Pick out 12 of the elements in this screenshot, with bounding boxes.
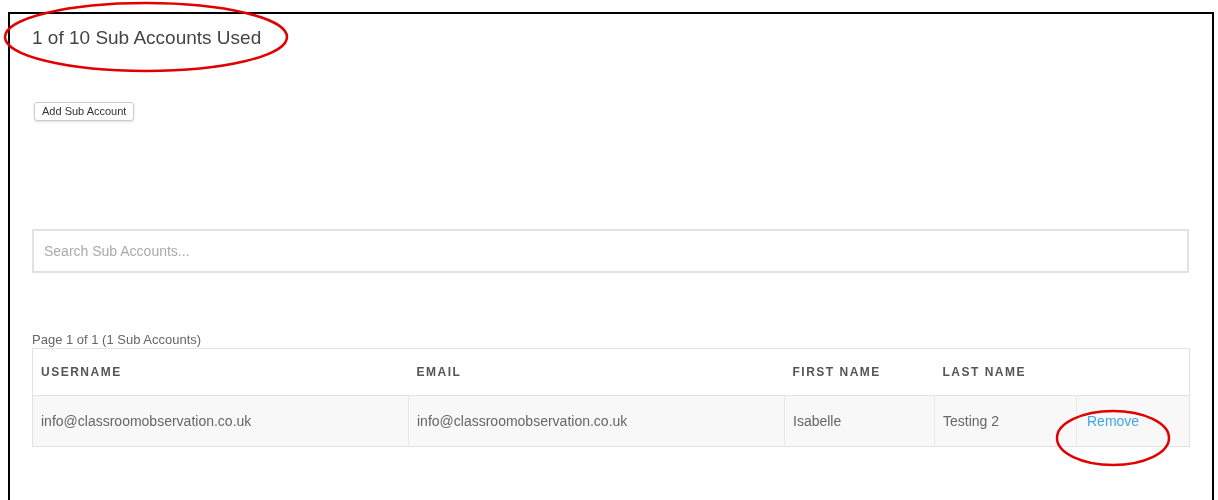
search-field[interactable]: Search Sub Accounts... bbox=[32, 229, 1189, 273]
page-title: 1 of 10 Sub Accounts Used bbox=[32, 26, 263, 50]
column-header: USERNAME bbox=[41, 365, 122, 379]
pagination-text: Page 1 of 1 (1 Sub Accounts) bbox=[32, 331, 203, 348]
table-cell: info@classroomobservation.co.uk bbox=[417, 412, 628, 429]
table-cell: info@classroomobservation.co.uk bbox=[41, 412, 252, 429]
column-header: EMAIL bbox=[416, 365, 462, 379]
table-cell: Isabelle bbox=[793, 412, 842, 429]
column-header: FIRST NAME bbox=[792, 365, 881, 379]
column-header: LAST NAME bbox=[942, 365, 1026, 379]
table-cell: Testing 2 bbox=[943, 412, 1000, 429]
add-sub-account-button[interactable]: Add Sub Account bbox=[34, 102, 135, 121]
